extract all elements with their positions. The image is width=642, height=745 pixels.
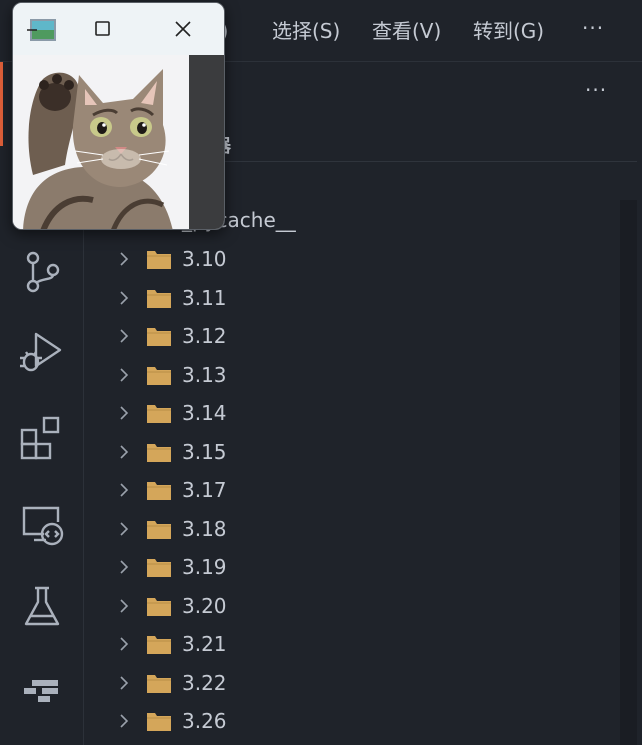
gitlens-icon[interactable] (18, 666, 66, 714)
extensions-icon[interactable] (18, 414, 66, 462)
run-debug-icon[interactable] (18, 328, 66, 376)
chevron-right-icon[interactable] (115, 289, 133, 307)
image-preview-window[interactable] (12, 2, 225, 230)
folder-icon (146, 595, 172, 617)
menu-selection[interactable]: 选择(S) (272, 17, 340, 45)
chevron-right-icon[interactable] (115, 250, 133, 268)
tree-item-label: 3.18 (182, 516, 227, 541)
chevron-right-icon[interactable] (115, 327, 133, 345)
folder-icon (146, 556, 172, 578)
folder-icon (146, 441, 172, 463)
folder-icon (146, 248, 172, 270)
tree-item-folder[interactable]: 3.21 (85, 626, 615, 662)
testing-icon[interactable] (18, 582, 66, 630)
folder-icon (146, 518, 172, 540)
tree-item-folder[interactable]: 3.19 (85, 549, 615, 585)
window-dark-panel (189, 55, 224, 229)
cat-image (13, 55, 189, 229)
active-view-indicator (0, 62, 3, 146)
folder-icon (146, 402, 172, 424)
menu-view[interactable]: 查看(V) (372, 17, 441, 45)
folder-icon (146, 633, 172, 655)
tree-item-folder[interactable]: 3.12 (85, 318, 615, 354)
tree-item-folder[interactable]: 3.17 (85, 472, 615, 508)
chevron-right-icon[interactable] (115, 481, 133, 499)
tree-item-label: 3.19 (182, 555, 227, 579)
chevron-right-icon[interactable] (115, 366, 133, 384)
sidebar-more-button[interactable]: ··· (585, 78, 607, 102)
chevron-right-icon[interactable] (115, 404, 133, 422)
chevron-right-icon[interactable] (115, 558, 133, 576)
tree-item-folder[interactable]: 3.20 (85, 588, 615, 624)
chevron-right-icon[interactable] (115, 712, 133, 730)
tree-item-label: 3.15 (182, 439, 227, 464)
tree-item-label: 3.13 (182, 362, 227, 387)
tree-item-folder[interactable]: 3.13 (85, 357, 615, 393)
folder-icon (146, 364, 172, 386)
folder-icon (146, 287, 172, 309)
tree-item-folder[interactable]: 3.18 (85, 511, 615, 547)
app-icon (27, 18, 57, 42)
maximize-button[interactable] (83, 13, 123, 45)
chevron-right-icon[interactable] (115, 443, 133, 461)
menu-go[interactable]: 转到(G) (473, 17, 544, 45)
tree-item-folder[interactable]: 3.14 (85, 395, 615, 431)
chevron-right-icon[interactable] (115, 597, 133, 615)
chevron-right-icon[interactable] (115, 674, 133, 692)
tree-item-label: 3.26 (182, 709, 227, 733)
tree-item-label: 3.10 (182, 247, 227, 271)
tree-item-folder[interactable]: 3.10 (85, 241, 615, 277)
menu-more-button[interactable]: ··· (582, 16, 604, 40)
folder-icon (146, 325, 172, 347)
explorer-scrollbar[interactable] (620, 200, 637, 745)
tree-item-folder[interactable]: 3.11 (85, 280, 615, 316)
chevron-right-icon[interactable] (115, 635, 133, 653)
source-control-icon[interactable] (18, 248, 66, 296)
tree-item-folder[interactable]: 3.22 (85, 665, 615, 701)
folder-icon (146, 710, 172, 732)
tree-item-label: 3.22 (182, 670, 227, 695)
folder-icon (146, 479, 172, 501)
tree-item-label: 3.12 (182, 324, 227, 348)
tree-item-label: 3.17 (182, 478, 227, 502)
tree-item-label: 3.14 (182, 401, 227, 425)
window-titlebar[interactable] (13, 3, 224, 55)
tree-item-label: 3.21 (182, 632, 227, 656)
tree-item-folder[interactable]: 3.26 (85, 703, 615, 739)
tree-item-folder[interactable]: 3.15 (85, 434, 615, 470)
folder-icon (146, 672, 172, 694)
chevron-right-icon[interactable] (115, 520, 133, 538)
remote-explorer-icon[interactable] (18, 500, 66, 548)
tree-item-label: 3.20 (182, 593, 227, 618)
tree-item-label: 3.11 (182, 285, 227, 310)
close-button[interactable] (163, 13, 203, 45)
